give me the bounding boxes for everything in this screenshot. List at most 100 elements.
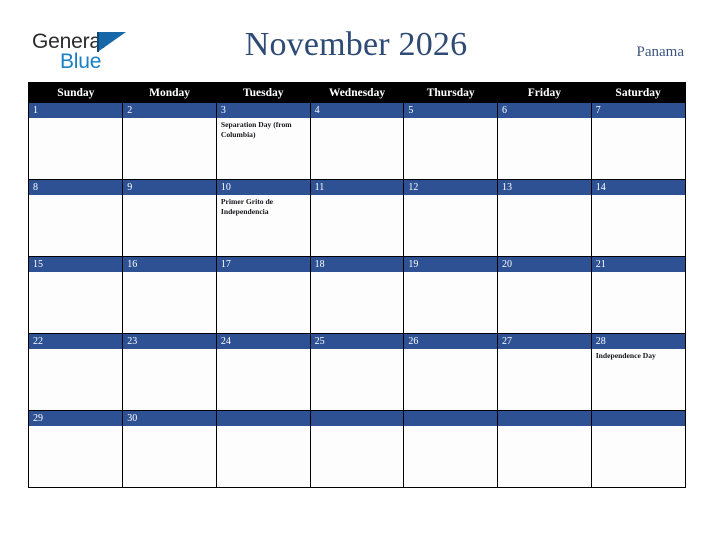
weekday-header-sunday: Sunday [29,83,123,103]
page-header: General Blue November 2026 Panama [0,0,712,80]
calendar-week-row: 22 23 24 25 26 27 28 Independence Day [29,333,685,411]
day-body [217,349,310,410]
day-body [404,272,497,333]
weekday-header-saturday: Saturday [591,83,685,103]
day-number: 15 [29,257,123,272]
day-body [498,272,591,333]
calendar-day-cell[interactable]: 5 [403,102,498,180]
day-number [216,411,310,426]
calendar-day-cell[interactable]: 14 [590,179,685,257]
calendar-header-row: Sunday Monday Tuesday Wednesday Thursday… [29,83,685,103]
calendar-grid: Sunday Monday Tuesday Wednesday Thursday… [28,82,686,488]
day-body [217,426,310,487]
day-number: 22 [29,334,123,349]
day-body [29,118,122,179]
calendar-day-cell[interactable]: 30 [122,410,217,487]
calendar-day-cell[interactable]: 29 [29,410,123,487]
day-number: 10 [216,180,310,195]
page-title: November 2026 [244,26,468,63]
calendar-week-row: 8 9 10 Primer Grito de Independencia 11 12 13 1… [29,179,685,257]
day-number: 6 [498,103,591,118]
weekday-header-friday: Friday [497,83,592,103]
day-number: 7 [591,103,685,118]
calendar-day-cell[interactable]: 1 [29,102,123,180]
calendar-day-cell[interactable] [309,410,404,487]
calendar-day-cell[interactable]: 6 [497,102,592,180]
calendar-day-cell[interactable] [215,410,311,487]
day-number: 27 [498,334,591,349]
day-number: 28 [591,334,685,349]
day-body [123,272,216,333]
weekday-header-wednesday: Wednesday [310,83,404,103]
day-number [591,411,685,426]
day-body [498,118,591,179]
calendar-day-cell[interactable] [403,410,498,487]
calendar-day-cell[interactable]: 17 [215,256,311,334]
calendar-day-cell[interactable]: 13 [497,179,592,257]
calendar-day-cell[interactable]: 4 [309,102,404,180]
day-body: Primer Grito de Independencia [217,195,310,256]
day-number: 12 [404,180,498,195]
day-body [404,118,497,179]
day-number: 23 [123,334,216,349]
calendar-day-cell[interactable]: 11 [309,179,404,257]
day-number: 5 [404,103,498,118]
region-label: Panama [636,44,684,60]
calendar-day-cell[interactable]: 27 [497,333,592,411]
calendar-day-cell[interactable]: 3 Separation Day (from Columbia) [215,102,311,180]
day-number [310,411,404,426]
calendar-day-cell[interactable]: 28 Independence Day [590,333,685,411]
calendar-day-cell[interactable]: 25 [309,333,404,411]
calendar-day-cell[interactable]: 18 [309,256,404,334]
calendar-day-cell[interactable] [590,410,685,487]
calendar-day-cell[interactable]: 2 [122,102,217,180]
day-number [498,411,591,426]
day-body [29,426,122,487]
day-number: 13 [498,180,591,195]
day-body [592,118,685,179]
calendar-day-cell[interactable]: 8 [29,179,123,257]
calendar-day-cell[interactable]: 15 [29,256,123,334]
calendar-week-row: 1 2 3 Separation Day (from Columbia) 4 5 6 7 [29,102,685,180]
day-body [123,426,216,487]
calendar-day-cell[interactable]: 10 Primer Grito de Independencia [215,179,311,257]
calendar-day-cell[interactable]: 24 [215,333,311,411]
day-body: Independence Day [592,349,685,410]
day-number: 30 [123,411,216,426]
calendar-day-cell[interactable]: 21 [590,256,685,334]
day-number: 18 [310,257,404,272]
calendar-day-cell[interactable]: 23 [122,333,217,411]
day-body [404,349,497,410]
day-body [123,195,216,256]
calendar-day-cell[interactable]: 7 [590,102,685,180]
day-body [498,426,591,487]
calendar-day-cell[interactable]: 16 [122,256,217,334]
calendar-day-cell[interactable]: 19 [403,256,498,334]
day-body [311,195,404,256]
day-number [404,411,498,426]
calendar-day-cell[interactable]: 12 [403,179,498,257]
day-number: 17 [216,257,310,272]
calendar-day-cell[interactable]: 26 [403,333,498,411]
calendar-week-row: 29 30 [29,410,685,487]
day-number: 1 [29,103,123,118]
calendar-day-cell[interactable]: 20 [497,256,592,334]
day-number: 20 [498,257,591,272]
calendar-table: Sunday Monday Tuesday Wednesday Thursday… [29,83,685,487]
calendar-body: 1 2 3 Separation Day (from Columbia) 4 5 6 7 8 9 1… [29,102,685,487]
calendar-day-cell[interactable] [497,410,592,487]
day-body [123,118,216,179]
day-number: 9 [123,180,216,195]
day-event-label: Separation Day (from Columbia) [220,120,292,139]
calendar-day-cell[interactable]: 22 [29,333,123,411]
calendar-week-row: 15 16 17 18 19 20 21 [29,256,685,334]
day-number: 26 [404,334,498,349]
calendar-day-cell[interactable]: 9 [122,179,217,257]
day-number: 24 [216,334,310,349]
day-body [29,272,122,333]
day-body [404,195,497,256]
day-body [498,349,591,410]
day-event-label: Independence Day [595,351,656,360]
weekday-header-monday: Monday [122,83,217,103]
day-number: 19 [404,257,498,272]
